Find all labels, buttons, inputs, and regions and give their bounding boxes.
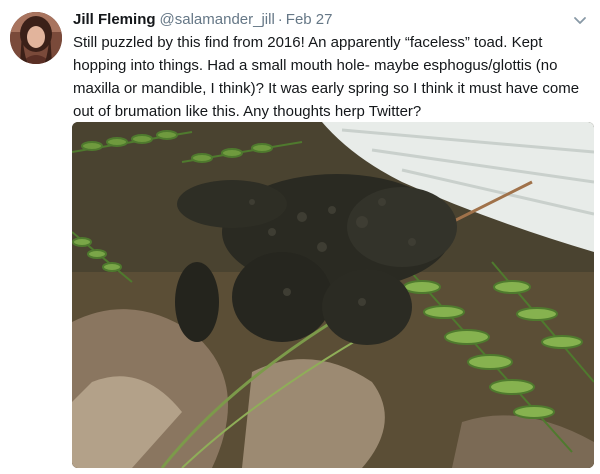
- tweet-card[interactable]: Jill Fleming @salamander_jill · Feb 27 Stil…: [0, 0, 600, 474]
- separator-dot: ·: [277, 11, 283, 28]
- tweet-header: Jill Fleming @salamander_jill · Feb 27: [73, 10, 333, 29]
- toad-photo[interactable]: [72, 122, 594, 468]
- tweet-text: Still puzzled by this find from 2016! An…: [73, 34, 580, 120]
- user-handle[interactable]: @salamander_jill: [160, 11, 275, 28]
- chevron-down-icon[interactable]: [572, 12, 588, 28]
- display-name[interactable]: Jill Fleming: [73, 11, 156, 28]
- avatar[interactable]: [10, 12, 62, 64]
- tweet-date[interactable]: Feb 27: [286, 11, 333, 28]
